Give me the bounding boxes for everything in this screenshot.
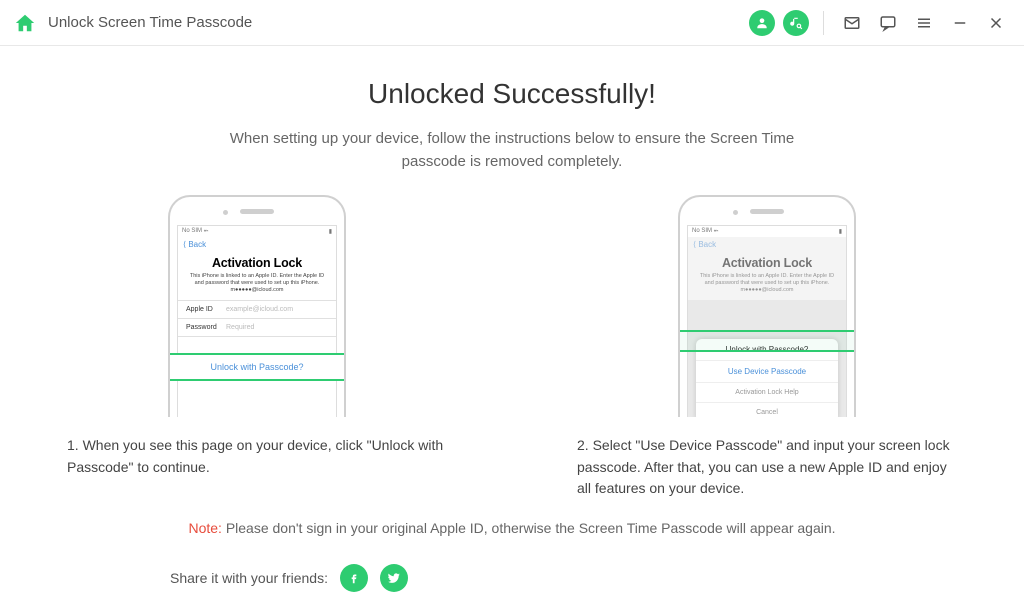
activation-lock-desc: This iPhone is linked to an Apple ID. En…	[688, 270, 846, 300]
feedback-icon[interactable]	[874, 9, 902, 37]
note-label: Note:	[188, 520, 221, 536]
activation-lock-desc: This iPhone is linked to an Apple ID. En…	[178, 270, 336, 300]
facebook-icon[interactable]	[340, 564, 368, 592]
back-link: ⟨ Back	[688, 237, 846, 252]
activation-lock-title: Activation Lock	[688, 256, 846, 270]
note-text: Please don't sign in your original Apple…	[222, 520, 836, 536]
statusbar-left: No SIM ⬶	[182, 228, 208, 235]
sheet-help: Activation Lock Help	[696, 383, 838, 403]
step-1: No SIM ⬶▮ ⟨ Back Activation Lock This iP…	[67, 195, 447, 500]
apple-id-label: Apple ID	[186, 306, 226, 313]
close-icon[interactable]	[982, 9, 1010, 37]
account-icon[interactable]	[749, 10, 775, 36]
sheet-use-device-passcode: Use Device Passcode	[696, 361, 838, 383]
minimize-icon[interactable]	[946, 9, 974, 37]
step-2: No SIM ⬶▮ ⟨ Back Activation Lock This iP…	[577, 195, 957, 500]
main-content: Unlocked Successfully! When setting up y…	[0, 46, 1024, 602]
music-search-icon[interactable]	[783, 10, 809, 36]
menu-icon[interactable]	[910, 9, 938, 37]
password-value: Required	[226, 324, 254, 331]
share-row: Share it with your friends:	[60, 564, 964, 592]
sheet-cancel: Cancel	[696, 403, 838, 417]
mail-icon[interactable]	[838, 9, 866, 37]
step-1-text: 1. When you see this page on your device…	[67, 435, 447, 478]
home-icon[interactable]	[14, 12, 36, 34]
phone-mockup-2: No SIM ⬶▮ ⟨ Back Activation Lock This iP…	[678, 195, 856, 417]
share-text: Share it with your friends:	[170, 570, 328, 586]
step-2-text: 2. Select "Use Device Passcode" and inpu…	[577, 435, 957, 500]
page-title: Unlock Screen Time Passcode	[48, 14, 252, 31]
phone-mockup-1: No SIM ⬶▮ ⟨ Back Activation Lock This iP…	[168, 195, 346, 417]
subheading: When setting up your device, follow the …	[202, 128, 822, 173]
steps-row: No SIM ⬶▮ ⟨ Back Activation Lock This iP…	[60, 195, 964, 500]
highlight-use-device-passcode	[678, 330, 856, 352]
divider	[823, 11, 824, 35]
back-link: ⟨ Back	[178, 237, 336, 252]
statusbar-left: No SIM ⬶	[692, 228, 718, 235]
password-label: Password	[186, 324, 226, 331]
heading: Unlocked Successfully!	[60, 78, 964, 110]
apple-id-value: example@icloud.com	[226, 306, 293, 313]
titlebar: Unlock Screen Time Passcode	[0, 0, 1024, 46]
activation-lock-title: Activation Lock	[178, 256, 336, 270]
highlight-unlock-passcode: Unlock with Passcode?	[168, 353, 346, 381]
twitter-icon[interactable]	[380, 564, 408, 592]
note-line: Note: Please don't sign in your original…	[60, 520, 964, 536]
